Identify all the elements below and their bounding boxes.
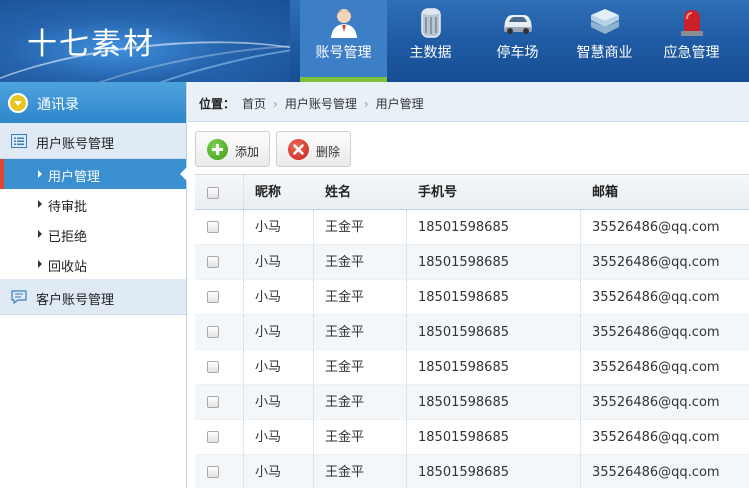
cell-nickname: 小马 bbox=[255, 290, 282, 305]
cell-name: 王金平 bbox=[325, 465, 365, 480]
sidebar-item-recycle-bin[interactable]: 回收站 bbox=[0, 249, 186, 279]
breadcrumb-separator: › bbox=[273, 97, 278, 111]
sidebar: 通讯录 用户账号管理 用户管理 待审批 已拒绝 回收站 客户账号管理 bbox=[0, 82, 187, 488]
main-nav: 账号管理 主数据 停车场 智慧商业 应急管理 bbox=[300, 0, 735, 82]
table-row[interactable]: 小马 王金平 18501598685 35526486@qq.com bbox=[195, 350, 749, 385]
cell-name: 王金平 bbox=[325, 325, 365, 340]
cell-phone: 18501598685 bbox=[418, 290, 509, 305]
chat-icon bbox=[11, 290, 27, 304]
cell-nickname: 小马 bbox=[255, 465, 282, 480]
table-row[interactable]: 小马 王金平 18501598685 35526486@qq.com bbox=[195, 420, 749, 455]
breadcrumb-label: 位置： bbox=[199, 97, 236, 111]
toolbar: 添加 删除 bbox=[195, 131, 351, 167]
list-icon bbox=[11, 134, 27, 148]
col-nickname-header[interactable]: 昵称 bbox=[255, 175, 281, 209]
breadcrumb-separator: › bbox=[363, 97, 369, 111]
col-phone-header[interactable]: 手机号 bbox=[418, 175, 457, 209]
cell-phone: 18501598685 bbox=[418, 465, 509, 480]
table-row[interactable]: 小马 王金平 18501598685 35526486@qq.com bbox=[195, 280, 749, 315]
cell-email: 35526486@qq.com bbox=[592, 325, 720, 340]
cell-phone: 18501598685 bbox=[418, 325, 509, 340]
chevron-right-icon bbox=[38, 230, 42, 238]
col-name-header[interactable]: 姓名 bbox=[325, 175, 351, 209]
sidebar-item-pending-approval[interactable]: 待审批 bbox=[0, 189, 186, 219]
cell-name: 王金平 bbox=[325, 255, 365, 270]
cell-email: 35526486@qq.com bbox=[592, 395, 720, 410]
cell-phone: 18501598685 bbox=[418, 430, 509, 445]
breadcrumb-home[interactable]: 首页 bbox=[242, 97, 266, 111]
stack-icon bbox=[591, 9, 619, 34]
table-row[interactable]: 小马 王金平 18501598685 35526486@qq.com bbox=[195, 210, 749, 245]
cell-name: 王金平 bbox=[325, 395, 365, 410]
breadcrumb: 位置： 首页 › 用户账号管理 › 用户管理 bbox=[188, 82, 749, 122]
nav-smart-business[interactable]: 智慧商业 bbox=[561, 0, 648, 82]
cell-nickname: 小马 bbox=[255, 220, 282, 235]
cell-name: 王金平 bbox=[325, 290, 365, 305]
user-table: 昵称 姓名 手机号 邮箱 小马 王金平 18501598685 35526486@qq… bbox=[195, 174, 749, 488]
cell-phone: 18501598685 bbox=[418, 220, 509, 235]
cell-nickname: 小马 bbox=[255, 395, 282, 410]
cell-email: 35526486@qq.com bbox=[592, 290, 720, 305]
cell-email: 35526486@qq.com bbox=[592, 465, 720, 480]
user-icon bbox=[331, 9, 357, 38]
cell-name: 王金平 bbox=[325, 430, 365, 445]
nav-emergency[interactable]: 应急管理 bbox=[648, 0, 735, 82]
breadcrumb-current: 用户管理 bbox=[375, 97, 424, 111]
cell-phone: 18501598685 bbox=[418, 395, 509, 410]
table-row[interactable]: 小马 王金平 18501598685 35526486@qq.com bbox=[195, 385, 749, 420]
chevron-down-circle-icon bbox=[8, 93, 28, 113]
sidebar-group-user-accounts[interactable]: 用户账号管理 bbox=[0, 123, 186, 159]
cell-email: 35526486@qq.com bbox=[592, 360, 720, 375]
nav-master-data[interactable]: 主数据 bbox=[387, 0, 474, 82]
car-icon bbox=[504, 15, 532, 34]
nav-parking[interactable]: 停车场 bbox=[474, 0, 561, 82]
add-button[interactable]: 添加 bbox=[195, 131, 270, 167]
cell-email: 35526486@qq.com bbox=[592, 430, 720, 445]
table-row[interactable]: 小马 王金平 18501598685 35526486@qq.com bbox=[195, 245, 749, 280]
plus-icon bbox=[207, 139, 228, 160]
col-email-header[interactable]: 邮箱 bbox=[592, 175, 618, 209]
sidebar-header-contacts[interactable]: 通讯录 bbox=[0, 82, 186, 123]
cell-phone: 18501598685 bbox=[418, 360, 509, 375]
cell-name: 王金平 bbox=[325, 360, 365, 375]
table-header-row: 昵称 姓名 手机号 邮箱 bbox=[195, 174, 749, 210]
chevron-right-icon bbox=[38, 260, 42, 268]
cell-email: 35526486@qq.com bbox=[592, 220, 720, 235]
chevron-right-icon bbox=[38, 170, 42, 178]
top-header: 十七素材 账号管理 主数据 停车场 智慧商业 应急管理 bbox=[0, 0, 749, 82]
sidebar-group-customer-accounts[interactable]: 客户账号管理 bbox=[0, 279, 186, 315]
alarm-light-icon bbox=[681, 10, 703, 36]
chevron-right-icon bbox=[38, 200, 42, 208]
cell-nickname: 小马 bbox=[255, 430, 282, 445]
table-row[interactable]: 小马 王金平 18501598685 35526486@qq.com bbox=[195, 315, 749, 350]
table-row[interactable]: 小马 王金平 18501598685 35526486@qq.com bbox=[195, 455, 749, 488]
cell-nickname: 小马 bbox=[255, 255, 282, 270]
cell-phone: 18501598685 bbox=[418, 255, 509, 270]
delete-button[interactable]: 删除 bbox=[276, 131, 351, 167]
cell-email: 35526486@qq.com bbox=[592, 255, 720, 270]
brand-logo: 十七素材 bbox=[27, 27, 155, 62]
breadcrumb-user-accounts[interactable]: 用户账号管理 bbox=[285, 97, 357, 111]
nav-account-management[interactable]: 账号管理 bbox=[300, 0, 387, 82]
database-icon bbox=[421, 8, 441, 38]
cell-nickname: 小马 bbox=[255, 325, 282, 340]
close-icon bbox=[288, 139, 309, 160]
sidebar-item-rejected[interactable]: 已拒绝 bbox=[0, 219, 186, 249]
cell-nickname: 小马 bbox=[255, 360, 282, 375]
cell-name: 王金平 bbox=[325, 220, 365, 235]
sidebar-item-user-management[interactable]: 用户管理 bbox=[0, 159, 187, 189]
main-content: 位置： 首页 › 用户账号管理 › 用户管理 添加 删除 昵称 姓名 手机号 邮箱 小马 bbox=[188, 82, 749, 488]
brand-area: 十七素材 bbox=[0, 0, 290, 82]
